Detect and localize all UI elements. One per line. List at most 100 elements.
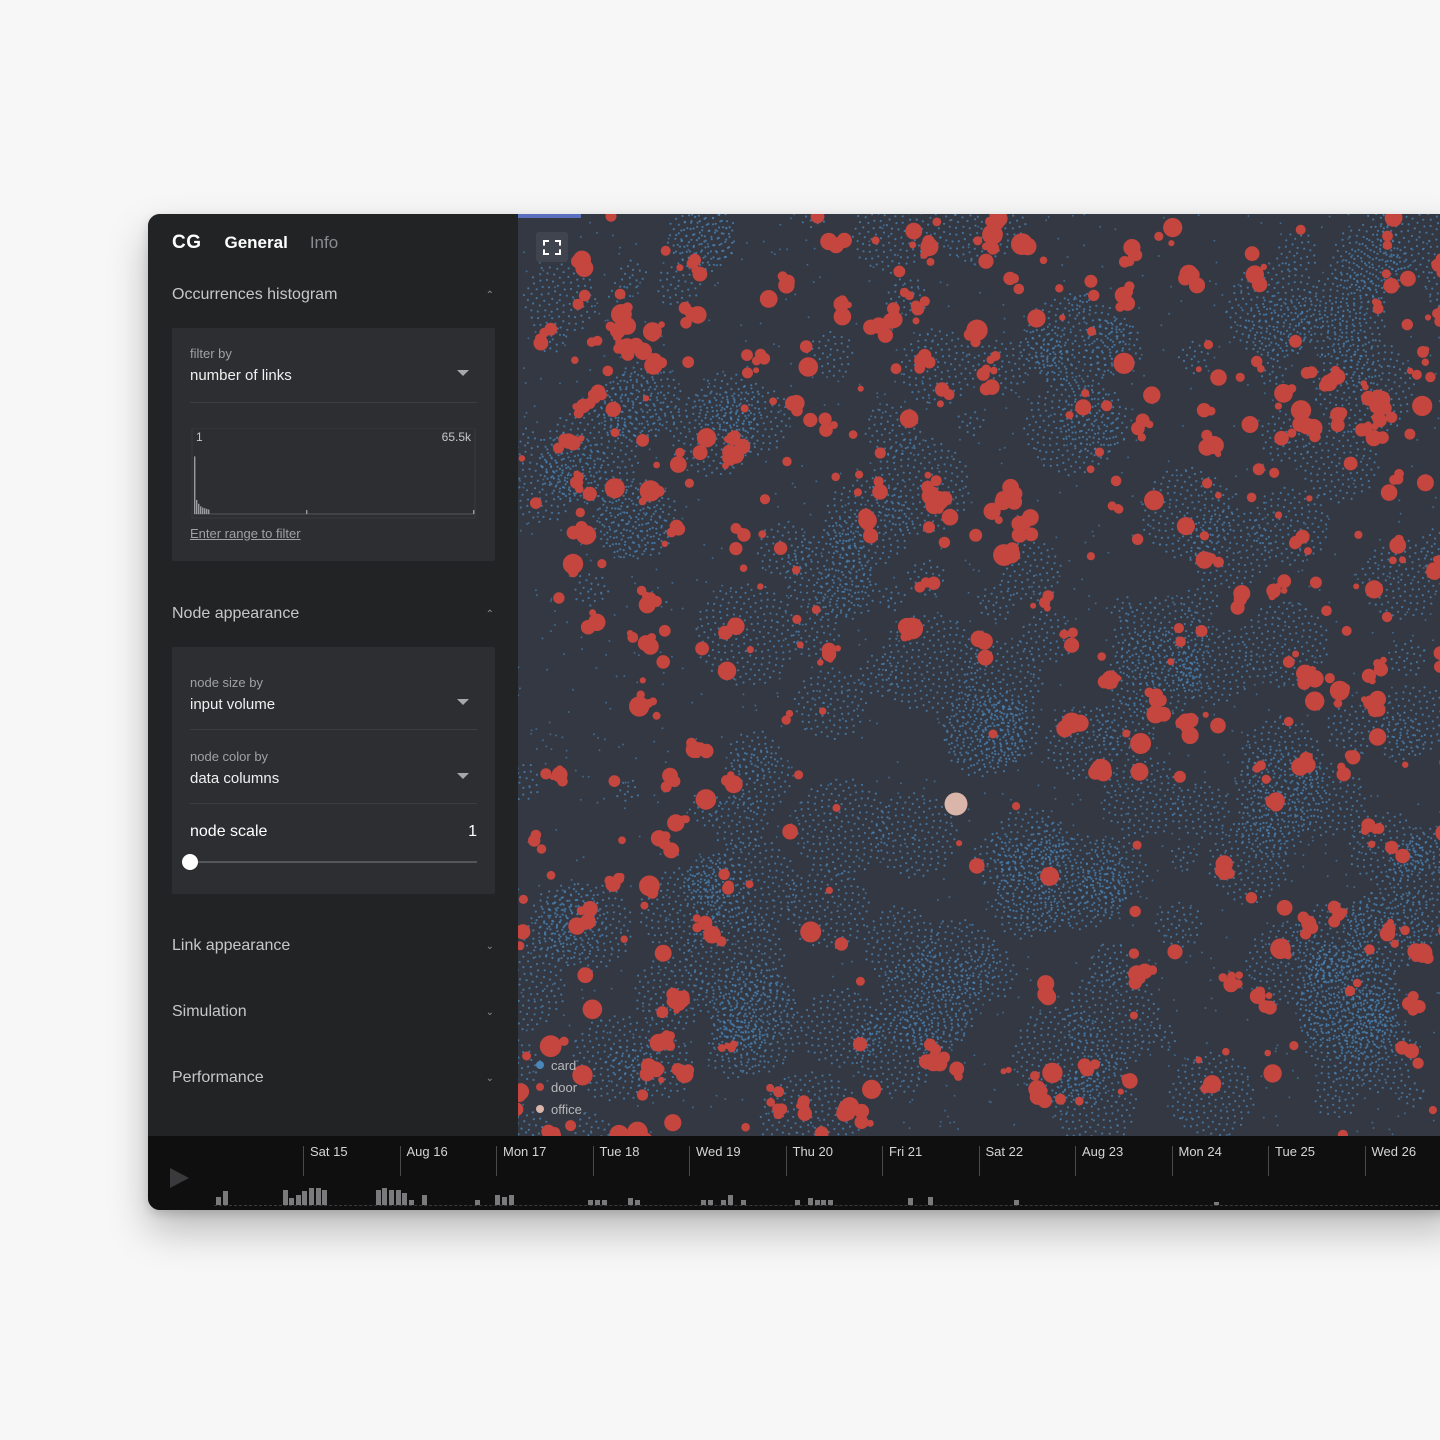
card-node: [1018, 344, 1021, 347]
card-node: [748, 403, 751, 406]
card-node: [866, 561, 869, 564]
card-node: [1071, 348, 1075, 351]
card-node: [1018, 357, 1021, 360]
card-node: [856, 479, 859, 482]
card-node: [1118, 1012, 1121, 1015]
card-node: [580, 433, 584, 436]
card-node: [1284, 413, 1287, 416]
enter-range-link[interactable]: Enter range to filter: [190, 526, 301, 541]
card-node: [855, 515, 858, 518]
card-node: [733, 401, 736, 404]
card-node: [596, 457, 599, 460]
card-node: [1035, 820, 1038, 823]
card-node: [1349, 344, 1352, 347]
card-node: [1085, 292, 1088, 296]
card-node: [1209, 655, 1212, 658]
filter-by-dropdown[interactable]: filter by number of links: [190, 346, 477, 403]
section-simulation[interactable]: Simulation ⌄: [172, 1003, 494, 1021]
card-node: [1089, 1084, 1092, 1087]
card-node: [1402, 827, 1405, 830]
card-node: [899, 443, 902, 446]
card-node: [1368, 992, 1372, 995]
card-node: [1369, 326, 1372, 330]
card-node: [1370, 878, 1373, 881]
card-node: [1207, 651, 1210, 654]
card-node: [838, 369, 841, 372]
card-node: [1376, 1035, 1379, 1038]
card-node: [788, 895, 791, 898]
card-node: [1053, 1035, 1056, 1038]
card-node: [1343, 828, 1346, 831]
card-node: [1417, 930, 1420, 933]
card-node: [1040, 369, 1043, 372]
card-node: [898, 516, 901, 519]
card-node: [766, 907, 769, 910]
card-node: [1382, 1006, 1385, 1009]
card-node: [820, 880, 824, 883]
card-node: [1385, 1058, 1388, 1061]
card-node: [1132, 1051, 1135, 1054]
card-node: [1370, 914, 1373, 917]
card-node: [1085, 1041, 1089, 1045]
card-node: [854, 907, 857, 910]
slider-thumb[interactable]: [182, 854, 198, 870]
section-performance[interactable]: Performance ⌄: [172, 1069, 494, 1087]
node-scale-slider[interactable]: [182, 854, 477, 870]
card-node: [524, 450, 527, 453]
card-node: [765, 543, 768, 546]
card-node: [1262, 348, 1265, 351]
section-link-appearance[interactable]: Link appearance ⌄: [172, 937, 494, 955]
card-node: [977, 363, 980, 366]
card-node: [1356, 857, 1359, 860]
card-node: [1296, 798, 1299, 801]
node-color-dropdown[interactable]: node color by data columns: [190, 749, 477, 804]
card-node: [1012, 354, 1015, 357]
card-node: [1346, 807, 1349, 811]
graph-canvas[interactable]: card door office: [518, 214, 1440, 1136]
card-node: [979, 676, 982, 679]
card-node: [706, 890, 709, 893]
card-node: [835, 883, 838, 886]
tab-general[interactable]: General: [225, 233, 288, 253]
card-node: [1301, 438, 1304, 441]
card-node: [1299, 1008, 1302, 1011]
card-node: [1027, 907, 1030, 910]
card-node: [1016, 651, 1019, 654]
card-node: [923, 505, 926, 508]
card-node: [1248, 663, 1252, 666]
card-node: [918, 501, 922, 504]
card-node: [821, 365, 824, 368]
card-node: [885, 805, 888, 809]
card-node: [1016, 849, 1020, 853]
card-node: [732, 878, 735, 881]
card-node: [799, 1125, 802, 1128]
card-node: [1313, 325, 1316, 328]
card-node: [994, 346, 997, 349]
card-node: [1380, 1040, 1383, 1043]
card-node: [819, 905, 822, 908]
card-node: [803, 686, 806, 689]
card-node: [1321, 1065, 1324, 1068]
card-node: [1163, 1036, 1166, 1039]
card-node: [1216, 594, 1219, 597]
card-node: [1320, 333, 1323, 336]
card-node: [558, 940, 561, 943]
card-node: [879, 801, 882, 804]
card-node: [1059, 828, 1062, 831]
node-size-dropdown[interactable]: node size by input volume: [190, 675, 477, 730]
section-occurrences-histogram[interactable]: Occurrences histogram ⌃: [172, 286, 494, 304]
card-node: [822, 819, 825, 823]
card-node: [817, 676, 820, 679]
card-node: [1115, 325, 1118, 328]
card-node: [851, 522, 854, 525]
tab-info[interactable]: Info: [310, 233, 338, 253]
card-node: [851, 701, 854, 704]
section-node-appearance[interactable]: Node appearance ⌃: [172, 605, 494, 623]
card-node: [848, 855, 851, 858]
card-node: [1196, 611, 1199, 614]
card-node: [831, 608, 834, 611]
card-node: [1109, 1025, 1112, 1029]
card-node: [1252, 324, 1255, 327]
occurrences-histogram[interactable]: 1 65.5k: [190, 427, 477, 520]
card-node: [1175, 661, 1178, 664]
